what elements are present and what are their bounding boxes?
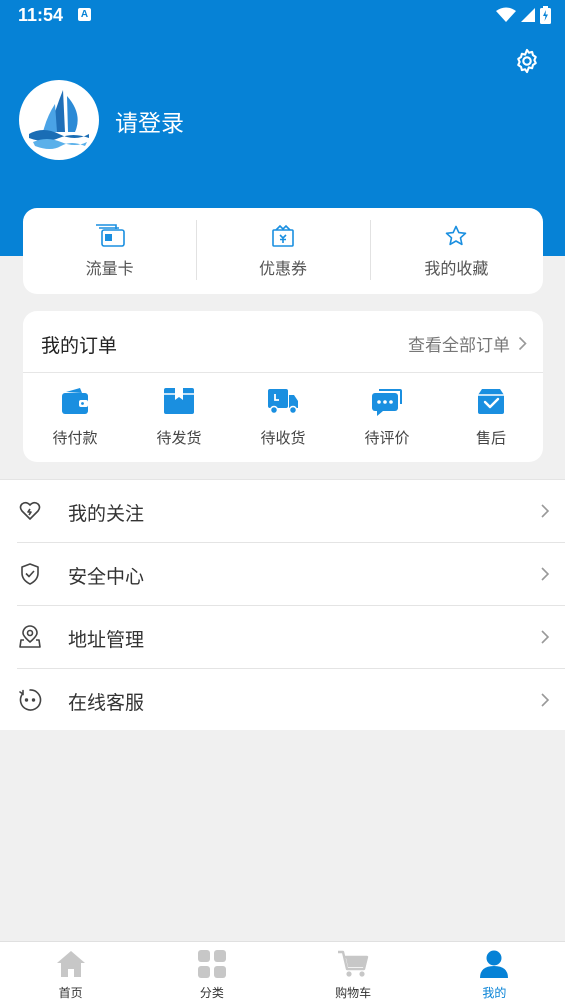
cart-icon (338, 950, 369, 977)
login-prompt[interactable]: 请登录 (115, 104, 184, 138)
app-logo-icon (29, 90, 89, 149)
user-icon (480, 950, 509, 978)
order-status-label: 待收货 (260, 429, 306, 447)
order-after-sales[interactable]: 售后 (439, 383, 543, 455)
orders-title: 我的订单 (41, 335, 118, 357)
sim-card-icon (95, 224, 125, 247)
heart-icon (19, 501, 41, 520)
tab-cart[interactable]: 购物车 (283, 942, 424, 1004)
orders-card: 我的订单 查看全部订单 待付款 待发货 待收货 待评价 售后 (23, 311, 543, 462)
order-pending-shipment[interactable]: 待发货 (127, 383, 231, 455)
order-status-label: 待付款 (52, 429, 98, 447)
order-status-row: 待付款 待发货 待收货 待评价 售后 (23, 383, 543, 455)
quick-link-label: 我的收藏 (424, 259, 489, 278)
view-all-orders-link[interactable]: 查看全部订单 (408, 331, 527, 356)
quick-link-sim-card[interactable]: 流量卡 (23, 208, 196, 294)
orders-header: 我的订单 查看全部订单 (23, 311, 543, 373)
tab-category[interactable]: 分类 (141, 942, 282, 1004)
quick-link-coupon[interactable]: 优惠券 (196, 208, 369, 294)
wallet-icon (62, 388, 88, 414)
order-pending-payment[interactable]: 待付款 (23, 383, 127, 455)
menu-item-label: 在线客服 (68, 692, 145, 714)
comment-icon (372, 389, 402, 416)
tab-label: 首页 (58, 986, 83, 1000)
bottom-tab-bar: 首页 分类 购物车 我的 (0, 941, 565, 1004)
order-pending-review[interactable]: 待评价 (335, 383, 439, 455)
avatar[interactable] (19, 80, 99, 160)
status-time: 11:54 (18, 5, 64, 25)
menu-item-label: 我的关注 (68, 503, 145, 525)
chevron-right-icon (541, 504, 550, 518)
order-status-label: 售后 (475, 429, 506, 447)
tab-label: 我的 (482, 986, 507, 1000)
tab-profile[interactable]: 我的 (424, 942, 565, 1004)
menu-item-address[interactable]: 地址管理 (17, 606, 565, 669)
package-icon (164, 388, 194, 414)
settings-menu: 我的关注 安全中心 地址管理 在线客服 (0, 479, 565, 730)
wifi-icon (496, 7, 516, 22)
settings-gear-icon[interactable] (513, 47, 541, 75)
quick-link-label: 优惠券 (258, 259, 307, 278)
tab-label: 购物车 (335, 986, 372, 1000)
tab-home[interactable]: 首页 (0, 942, 141, 1004)
order-status-label: 待评价 (364, 429, 410, 447)
order-pending-receipt[interactable]: 待收货 (231, 383, 335, 455)
location-icon (19, 625, 41, 648)
category-icon (197, 950, 226, 978)
menu-item-following[interactable]: 我的关注 (17, 480, 565, 543)
chevron-right-icon (541, 693, 550, 707)
home-icon (56, 951, 85, 977)
menu-item-security[interactable]: 安全中心 (17, 543, 565, 606)
signal-icon (521, 8, 535, 22)
quick-link-label: 流量卡 (85, 259, 134, 278)
battery-icon (540, 6, 551, 24)
menu-item-label: 地址管理 (68, 629, 145, 651)
status-bar: 11:54 A (0, 0, 565, 32)
shield-icon (21, 563, 39, 585)
notification-icon: A (78, 8, 91, 21)
menu-item-customer-service[interactable]: 在线客服 (17, 669, 565, 732)
view-all-orders-label: 查看全部订单 (408, 336, 510, 356)
chevron-right-icon (541, 567, 550, 581)
status-icons (496, 5, 551, 25)
order-status-label: 待发货 (156, 429, 202, 447)
tab-label: 分类 (199, 986, 224, 1000)
menu-item-label: 安全中心 (68, 566, 145, 588)
quick-links-card: 流量卡 优惠券 我的收藏 (23, 208, 543, 294)
chevron-right-icon (518, 336, 527, 351)
customer-service-icon (19, 689, 42, 711)
coupon-icon (272, 224, 294, 247)
chevron-right-icon (541, 630, 550, 644)
truck-icon (268, 389, 298, 415)
quick-link-favorites[interactable]: 我的收藏 (369, 208, 543, 294)
after-sales-icon (478, 389, 504, 414)
star-icon (446, 225, 467, 246)
